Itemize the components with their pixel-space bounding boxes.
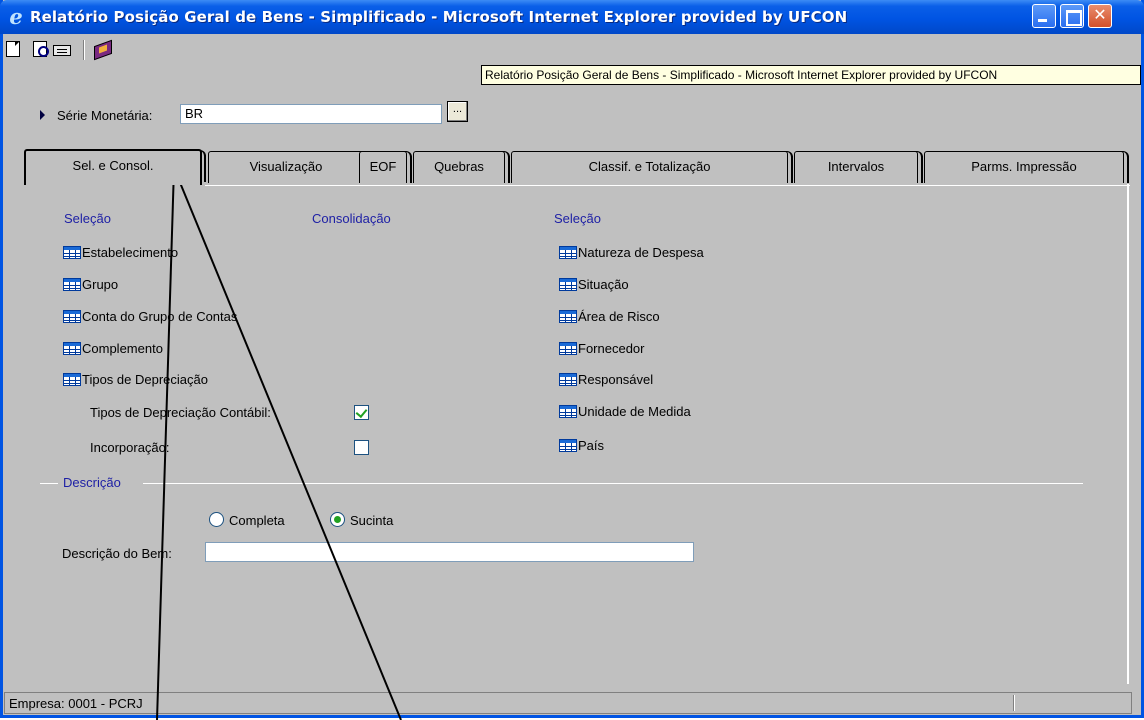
- list-item-pais[interactable]: País: [578, 438, 604, 453]
- list-item-responsavel[interactable]: Responsável: [578, 372, 653, 387]
- table-icon: [559, 342, 577, 355]
- new-document-icon[interactable]: [6, 41, 20, 57]
- list-item-grupo[interactable]: Grupo: [82, 277, 118, 292]
- descricao-group-line-right: [143, 483, 1083, 484]
- title-tooltip: Relatório Posição Geral de Bens - Simpli…: [481, 65, 1141, 85]
- table-icon: [559, 310, 577, 323]
- tab-visualizacao[interactable]: Visualização: [208, 151, 369, 183]
- table-icon: [63, 310, 81, 323]
- tab-eof[interactable]: EOF: [359, 151, 412, 183]
- minimize-button[interactable]: [1032, 4, 1056, 28]
- radio-completa[interactable]: [209, 512, 224, 527]
- table-icon: [63, 278, 81, 291]
- incorporacao-label: Incorporação:: [90, 440, 170, 455]
- tab-intervalos[interactable]: Intervalos: [794, 151, 923, 183]
- table-icon: [559, 246, 577, 259]
- tab-strip: Sel. e Consol. Visualização EOF Quebras …: [24, 149, 1130, 185]
- selecao-right-heading: Seleção: [554, 211, 601, 226]
- window-title: Relatório Posição Geral de Bens - Simpli…: [30, 8, 848, 26]
- list-item-area-risco[interactable]: Área de Risco: [578, 309, 660, 324]
- table-icon: [559, 278, 577, 291]
- list-item-estabelecimento[interactable]: Estabelecimento: [82, 245, 178, 260]
- browser-window: e Relatório Posição Geral de Bens - Simp…: [0, 0, 1144, 718]
- title-bar[interactable]: e Relatório Posição Geral de Bens - Simp…: [0, 0, 1144, 34]
- descricao-bem-input[interactable]: [205, 542, 694, 562]
- maximize-button[interactable]: [1060, 4, 1084, 28]
- status-text: Empresa: 0001 - PCRJ: [9, 696, 143, 711]
- table-icon: [559, 373, 577, 386]
- descricao-bem-label: Descrição do Bem:: [62, 546, 172, 561]
- help-book-icon[interactable]: [94, 39, 112, 61]
- serie-monetaria-label: Série Monetária:: [57, 108, 153, 123]
- table-icon: [63, 342, 81, 355]
- table-icon: [559, 439, 577, 452]
- status-divider: [1013, 695, 1015, 711]
- internet-explorer-icon: e: [9, 4, 23, 29]
- print-preview-icon[interactable]: [33, 41, 49, 57]
- tab-quebras[interactable]: Quebras: [413, 151, 510, 183]
- descricao-group-line-left: [40, 483, 58, 484]
- tab-panel-top-edge: [205, 185, 1130, 186]
- radio-completa-label: Completa: [229, 513, 285, 528]
- serie-lookup-button[interactable]: ...: [447, 101, 468, 122]
- close-button[interactable]: [1088, 4, 1112, 28]
- radio-sucinta-label: Sucinta: [350, 513, 394, 528]
- depreciacao-contabil-checkbox[interactable]: [354, 405, 369, 420]
- status-bar: Empresa: 0001 - PCRJ: [4, 692, 1132, 714]
- list-item-tipos-depreciacao[interactable]: Tipos de Depreciação: [82, 372, 208, 387]
- list-item-complemento[interactable]: Complemento: [82, 341, 163, 356]
- selecao-left-heading: Seleção: [64, 211, 111, 226]
- descricao-group-label: Descrição: [63, 475, 121, 490]
- table-icon: [63, 373, 81, 386]
- list-item-unidade-medida[interactable]: Unidade de Medida: [578, 404, 691, 419]
- consolidacao-heading: Consolidação: [312, 211, 391, 226]
- table-icon: [559, 405, 577, 418]
- table-icon: [63, 246, 81, 259]
- depreciacao-contabil-label: Tipos de Depreciação Contábil:: [90, 405, 271, 420]
- serie-monetaria-input[interactable]: BR: [180, 104, 442, 124]
- expand-arrow-icon[interactable]: [40, 110, 45, 120]
- list-item-situacao[interactable]: Situação: [578, 277, 629, 292]
- incorporacao-checkbox[interactable]: [354, 440, 369, 455]
- list-item-natureza-despesa[interactable]: Natureza de Despesa: [578, 245, 704, 260]
- tab-classif-totalizacao[interactable]: Classif. e Totalização: [511, 151, 793, 183]
- report-toolbar: [0, 34, 1138, 64]
- radio-sucinta[interactable]: [330, 512, 345, 527]
- tab-parms-impressao[interactable]: Parms. Impressão: [924, 151, 1129, 183]
- list-item-conta-grupo-contas[interactable]: Conta do Grupo de Contas: [82, 309, 237, 324]
- tab-panel-right-edge: [1127, 184, 1129, 684]
- toolbar-separator: [83, 40, 85, 60]
- tab-sel-consol[interactable]: Sel. e Consol.: [24, 149, 206, 185]
- list-item-fornecedor[interactable]: Fornecedor: [578, 341, 644, 356]
- print-icon[interactable]: [53, 45, 71, 56]
